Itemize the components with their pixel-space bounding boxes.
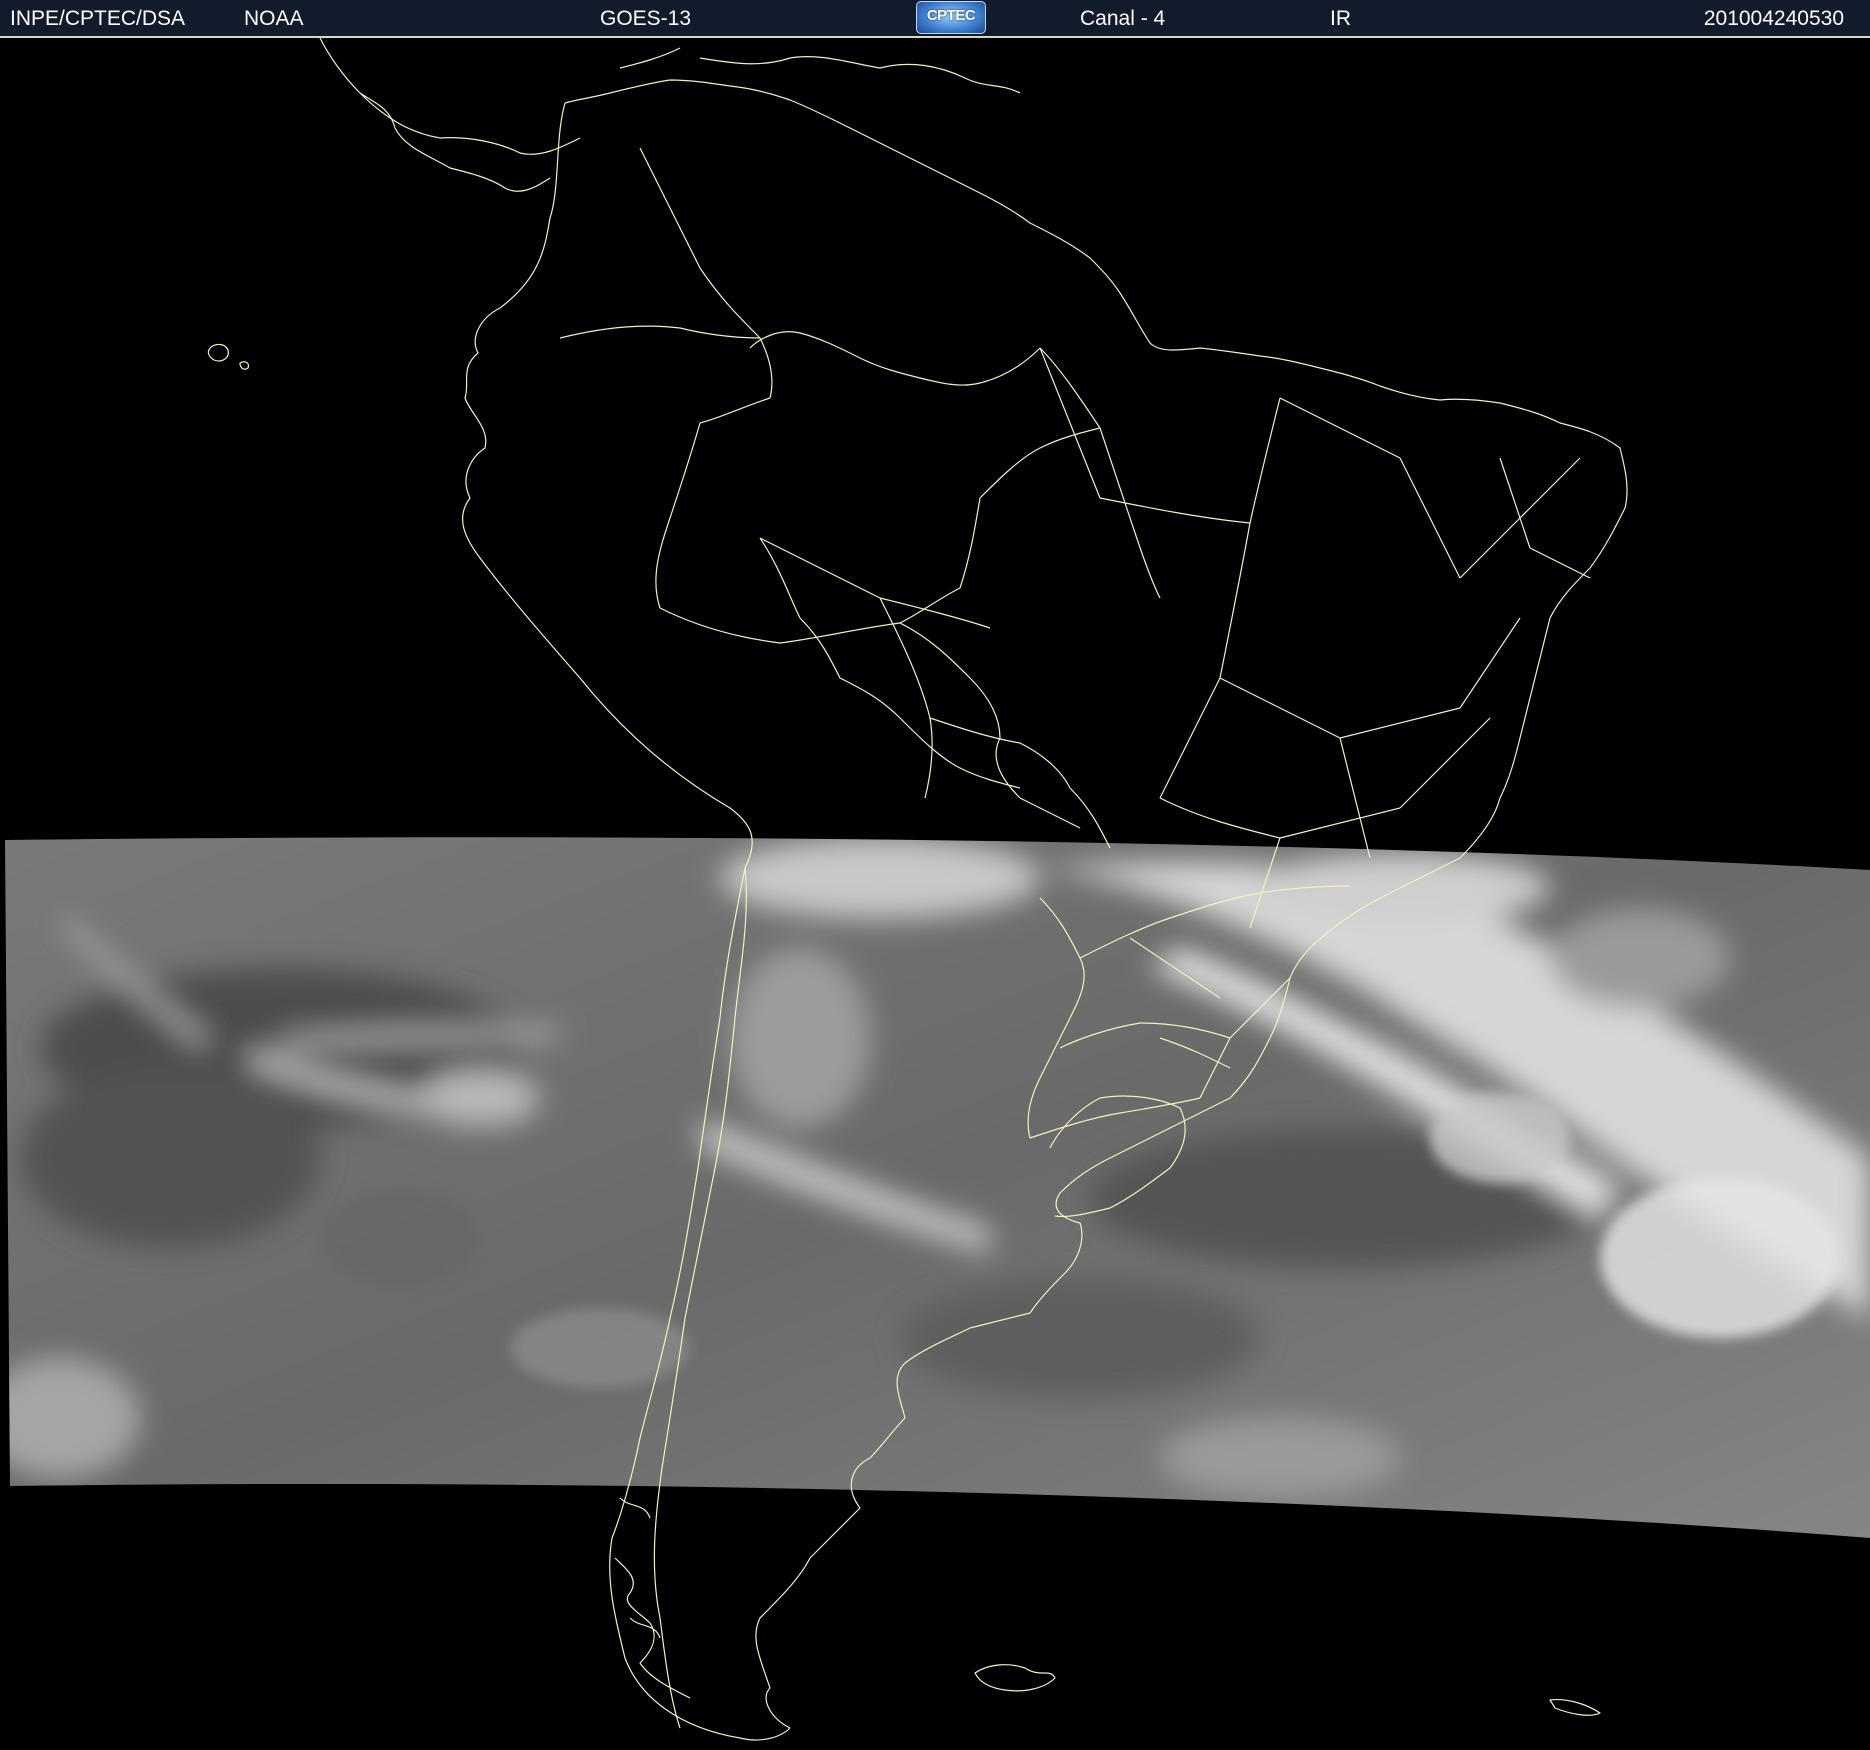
- satellite-label: GOES-13: [600, 7, 692, 30]
- agency-label: NOAA: [244, 7, 304, 30]
- image-header-bar: INPE/CPTEC/DSA NOAA GOES-13 CPTEC Canal …: [0, 0, 1870, 38]
- organization-label: INPE/CPTEC/DSA: [10, 7, 186, 30]
- cptec-logo: CPTEC: [916, 1, 986, 34]
- satellite-map: [0, 38, 1870, 1750]
- ir-imagery-swath: [5, 837, 1870, 1538]
- channel-label: Canal - 4: [1080, 7, 1166, 30]
- band-label: IR: [1330, 7, 1351, 30]
- cptec-logo-text: CPTEC: [926, 7, 976, 24]
- timestamp-label: 201004240530: [1703, 7, 1844, 30]
